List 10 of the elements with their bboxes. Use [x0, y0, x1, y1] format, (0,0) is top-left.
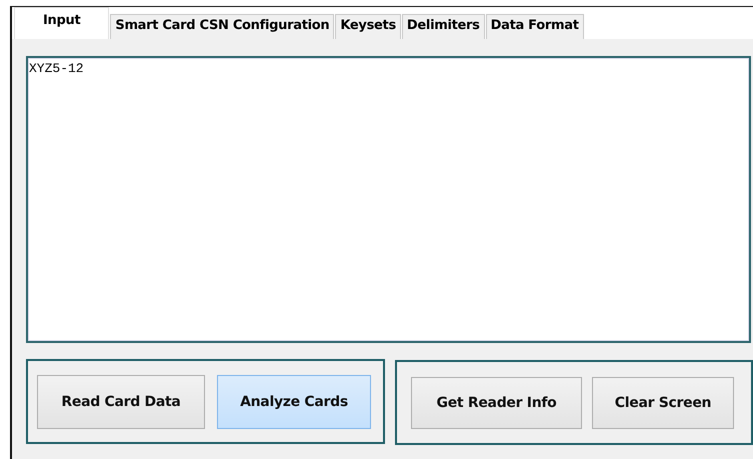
action-button[interactable]: Analyze Cards — [217, 374, 371, 428]
tab[interactable]: Keysets — [335, 14, 401, 39]
text-area[interactable]: XYZ5-12 — [26, 56, 751, 343]
action-button[interactable]: Clear Screen — [592, 376, 734, 428]
tab[interactable]: Delimiters — [402, 14, 485, 39]
tab[interactable]: Input — [14, 7, 110, 39]
tab[interactable]: Smart Card CSN Configuration — [110, 14, 334, 39]
action-button[interactable]: Read Card Data — [37, 374, 205, 428]
action-button[interactable]: Get Reader Info — [411, 376, 582, 428]
tab[interactable]: Data Format — [486, 14, 584, 39]
